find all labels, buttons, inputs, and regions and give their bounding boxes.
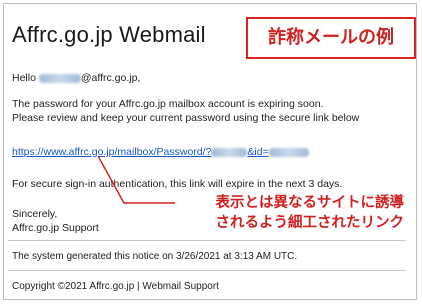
redacted-link-token — [211, 147, 248, 157]
system-notice: The system generated this notice on 3/26… — [12, 251, 298, 262]
link-mid: &id= — [247, 146, 269, 158]
body-line-2: Please review and keep your current pass… — [12, 112, 360, 124]
footer-divider — [8, 270, 406, 271]
signoff-line-2: Affrc.go.jp Support — [12, 222, 99, 234]
link-warning-note: 表示とは異なるサイトに誘導 されるよう細工されたリンク — [216, 193, 405, 233]
copyright: Copyright ©2021 Affrc.go.jp | Webmail Su… — [12, 281, 219, 292]
email-title: Affrc.go.jp Webmail — [12, 22, 206, 47]
redacted-link-id — [268, 147, 309, 157]
greeting-suffix: @affrc.go.jp, — [80, 72, 141, 84]
greeting: Hello @affrc.go.jp, — [12, 72, 140, 84]
body-line-1: The password for your Affrc.go.jp mailbo… — [12, 98, 324, 110]
signoff-line-1: Sincerely, — [12, 208, 58, 220]
expiry-text: For secure sign-in authentication, this … — [12, 178, 343, 190]
greeting-prefix: Hello — [12, 72, 39, 84]
divider — [8, 240, 406, 241]
link-prefix: https://www.affrc.go.jp/mailbox/Password… — [12, 146, 212, 158]
phishing-link[interactable]: https://www.affrc.go.jp/mailbox/Password… — [12, 146, 309, 158]
fraud-example-label: 詐称メールの例 — [246, 17, 416, 59]
note-line-1: 表示とは異なるサイトに誘導 — [215, 195, 405, 211]
note-line-2: されるよう細工されたリンク — [215, 215, 405, 231]
redacted-username — [38, 73, 81, 83]
